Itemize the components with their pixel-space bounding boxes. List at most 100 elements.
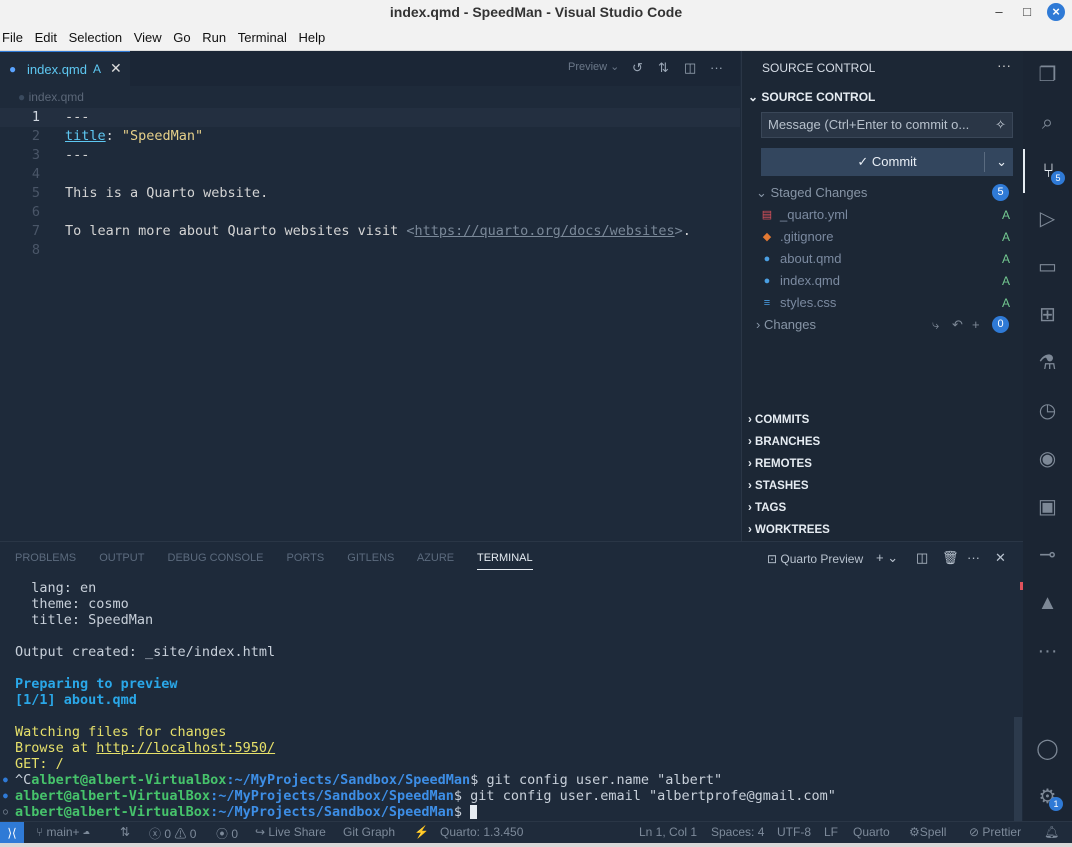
accounts-icon[interactable]: ◯ — [1023, 727, 1072, 771]
discard-icon[interactable]: ↶ — [952, 314, 963, 336]
split-terminal-icon[interactable]: ◫ — [916, 550, 928, 566]
section-worktrees[interactable]: › WORKTREES — [748, 519, 830, 541]
history-icon[interactable]: ↺ — [632, 60, 643, 76]
language-mode[interactable]: Quarto — [853, 825, 890, 839]
section-stashes[interactable]: › STASHES — [748, 475, 809, 497]
section-label: COMMITS — [755, 414, 810, 426]
live-share-button[interactable]: ↪ Live Share — [255, 825, 326, 839]
tab-gitlens[interactable]: GITLENS — [347, 552, 394, 564]
spell-check[interactable]: ⚙Spell — [909, 825, 946, 839]
more-actions-icon[interactable]: ··· — [710, 60, 723, 75]
extensions-icon[interactable]: ⊞ — [1023, 293, 1072, 337]
menu-terminal[interactable]: Terminal — [238, 24, 293, 51]
staged-file[interactable]: ● about.qmd A — [760, 248, 1018, 270]
menu-help[interactable]: Help — [299, 24, 332, 51]
source-control-section[interactable]: ⌄ SOURCE CONTROL — [748, 90, 875, 104]
commit-message-input[interactable]: Message (Ctrl+Enter to commit o... ✧ — [761, 112, 1013, 138]
menu-go[interactable]: Go — [173, 24, 196, 51]
end-of-line[interactable]: LF — [824, 825, 838, 839]
run-debug-icon[interactable]: ▷ — [1023, 197, 1072, 241]
terminal-scrollbar[interactable] — [1014, 717, 1022, 822]
notifications-icon[interactable]: 🔔︎ — [1044, 825, 1059, 839]
close-icon[interactable]: ✕ — [110, 60, 122, 77]
remote-indicator-icon[interactable]: ⟩⟨ — [0, 822, 24, 844]
minimize-icon[interactable]: – — [989, 2, 1009, 22]
sparkle-icon[interactable]: ✧ — [995, 113, 1006, 137]
menu-run[interactable]: Run — [202, 24, 232, 51]
line-text: To learn more about Quarto websites visi… — [65, 223, 691, 239]
sync-icon[interactable]: ⇅ — [120, 825, 130, 839]
tab-debug-console[interactable]: DEBUG CONSOLE — [168, 552, 264, 564]
tab-ports[interactable]: PORTS — [287, 552, 325, 564]
staged-file[interactable]: ◆ .gitignore A — [760, 226, 1018, 248]
stage-all-icon[interactable]: + — [972, 314, 980, 336]
preview-button[interactable]: Preview ⌄ — [568, 60, 619, 73]
prettier-button[interactable]: ⊘ Prettier — [969, 825, 1021, 839]
more-actions-icon[interactable]: ··· — [967, 550, 980, 565]
split-editor-icon[interactable]: ◫ — [684, 60, 696, 76]
terminal-line: [1/1] about.qmd — [15, 692, 137, 708]
line-text: --- — [65, 147, 90, 163]
timeline-icon[interactable]: ◷ — [1023, 389, 1072, 433]
azure-icon[interactable]: ▲ — [1023, 581, 1072, 625]
menu-view[interactable]: View — [134, 24, 168, 51]
close-window-icon[interactable]: × — [1047, 3, 1065, 21]
tab-index-qmd[interactable]: ● index.qmd A ✕ — [0, 51, 130, 86]
tab-output[interactable]: OUTPUT — [99, 552, 144, 564]
github-icon[interactable]: ◉ — [1023, 437, 1072, 481]
maximize-icon[interactable]: □ — [1017, 2, 1037, 22]
explorer-icon[interactable]: ❐ — [1023, 53, 1072, 97]
menu-edit[interactable]: Edit — [35, 24, 63, 51]
encoding[interactable]: UTF-8 — [777, 825, 811, 839]
close-panel-icon[interactable]: ✕ — [995, 550, 1006, 566]
staged-file[interactable]: ≡ styles.css A — [760, 292, 1018, 314]
terminal-selector[interactable]: ⊡ Quarto Preview — [767, 552, 863, 566]
section-label: BRANCHES — [755, 436, 821, 448]
commit-button[interactable]: ✓ Commit ⌄ — [761, 148, 1013, 176]
section-remotes[interactable]: › REMOTES — [748, 453, 812, 475]
source-control-icon[interactable]: ⑂ 5 — [1023, 149, 1072, 193]
indentation[interactable]: Spaces: 4 — [711, 825, 764, 839]
section-tags[interactable]: › TAGS — [748, 497, 786, 519]
problems-indicator[interactable]: ⓧ 0 ⚠ 0 — [149, 825, 196, 842]
browse-link[interactable]: http://localhost:5950/ — [96, 740, 275, 756]
terminal-line: Browse at http://localhost:5950/ — [15, 740, 275, 756]
open-changes-icon[interactable]: ⤷ — [932, 314, 939, 336]
menu-file[interactable]: File — [2, 24, 29, 51]
search-icon[interactable]: ⌕ — [1023, 101, 1072, 145]
compare-icon[interactable]: ⇅ — [658, 60, 669, 76]
docker-icon[interactable]: ▣ — [1023, 485, 1072, 529]
command-success-icon: ● — [3, 791, 8, 800]
tab-azure[interactable]: AZURE — [417, 552, 454, 564]
editor-area: ● index.qmd A ✕ Preview ⌄ ↺ ⇅ ◫ ··· ● in… — [0, 51, 740, 541]
chevron-down-icon[interactable]: ⌄ — [996, 148, 1007, 176]
more-views-icon[interactable]: ··· — [1023, 629, 1072, 673]
link-url[interactable]: https://quarto.org/docs/websites — [415, 223, 675, 239]
terminal-line: ● albert@albert-VirtualBox:~/MyProjects/S… — [3, 788, 836, 804]
cursor-position[interactable]: Ln 1, Col 1 — [639, 825, 697, 839]
breadcrumb[interactable]: ● index.qmd — [0, 86, 740, 108]
section-label: REMOTES — [755, 458, 812, 470]
git-graph-button[interactable]: Git Graph — [343, 825, 395, 839]
commit-label: Commit — [871, 154, 917, 169]
staged-file[interactable]: ● index.qmd A — [760, 270, 1018, 292]
branch-indicator[interactable]: ⑂ main+ ☁ — [36, 825, 90, 839]
menu-selection[interactable]: Selection — [69, 24, 128, 51]
new-terminal-icon[interactable]: + ⌄ — [876, 550, 898, 566]
terminal-line: theme: cosmo — [15, 596, 129, 612]
quarto-version[interactable]: Quarto: 1.3.450 — [440, 825, 523, 839]
settings-gear-icon[interactable]: ⚙ 1 — [1023, 775, 1072, 819]
more-actions-icon[interactable]: ··· — [997, 57, 1011, 73]
trash-icon[interactable]: 🗑 — [942, 550, 959, 566]
staged-file[interactable]: ▤ _quarto.yml A — [760, 204, 1018, 226]
staged-changes-group[interactable]: ⌄ Staged Changes 5 — [756, 182, 1018, 204]
tab-problems[interactable]: PROBLEMS — [15, 552, 76, 564]
tab-terminal[interactable]: TERMINAL — [476, 552, 533, 570]
section-branches[interactable]: › BRANCHES — [748, 431, 820, 453]
section-commits[interactable]: › COMMITS — [748, 409, 809, 431]
testing-icon[interactable]: ⚗ — [1023, 341, 1072, 385]
changes-group[interactable]: › Changes ⤷ ↶ + 0 — [756, 314, 1018, 336]
remote-explorer-icon[interactable]: ▭ — [1023, 245, 1072, 289]
ports-indicator[interactable]: ⦿ 0 — [216, 825, 238, 842]
git-graph-icon[interactable]: ⊸ — [1023, 533, 1072, 577]
